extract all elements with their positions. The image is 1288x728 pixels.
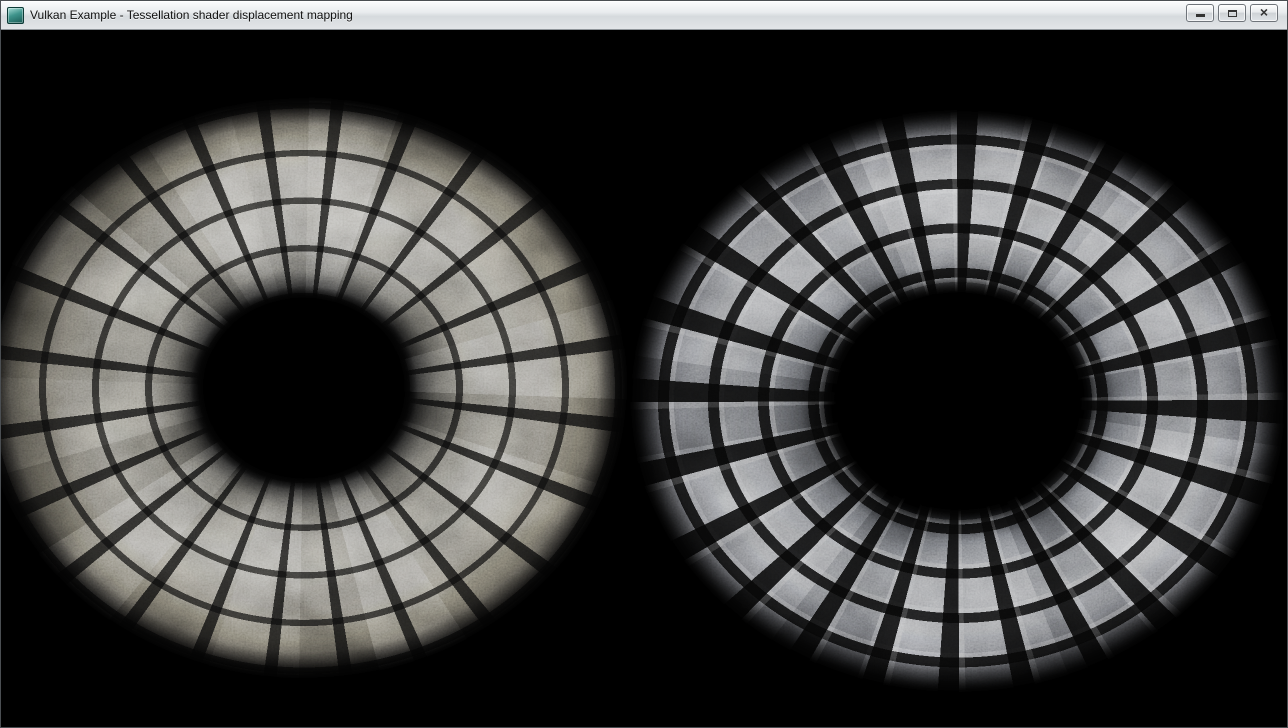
titlebar[interactable]: Vulkan Example - Tessellation shader dis… — [1, 1, 1287, 30]
app-icon[interactable] — [7, 7, 24, 24]
app-window: Vulkan Example - Tessellation shader dis… — [0, 0, 1288, 728]
torus-displaced — [628, 108, 1287, 694]
torus-flat — [1, 96, 629, 680]
render-viewport[interactable] — [1, 30, 1287, 727]
minimize-button[interactable] — [1186, 4, 1214, 22]
close-icon: × — [1260, 5, 1268, 19]
minimize-icon — [1196, 14, 1205, 17]
window-title: Vulkan Example - Tessellation shader dis… — [30, 8, 353, 22]
maximize-button[interactable] — [1218, 4, 1246, 22]
maximize-icon — [1228, 10, 1237, 17]
caption-buttons: × — [1186, 4, 1278, 22]
close-button[interactable]: × — [1250, 4, 1278, 22]
